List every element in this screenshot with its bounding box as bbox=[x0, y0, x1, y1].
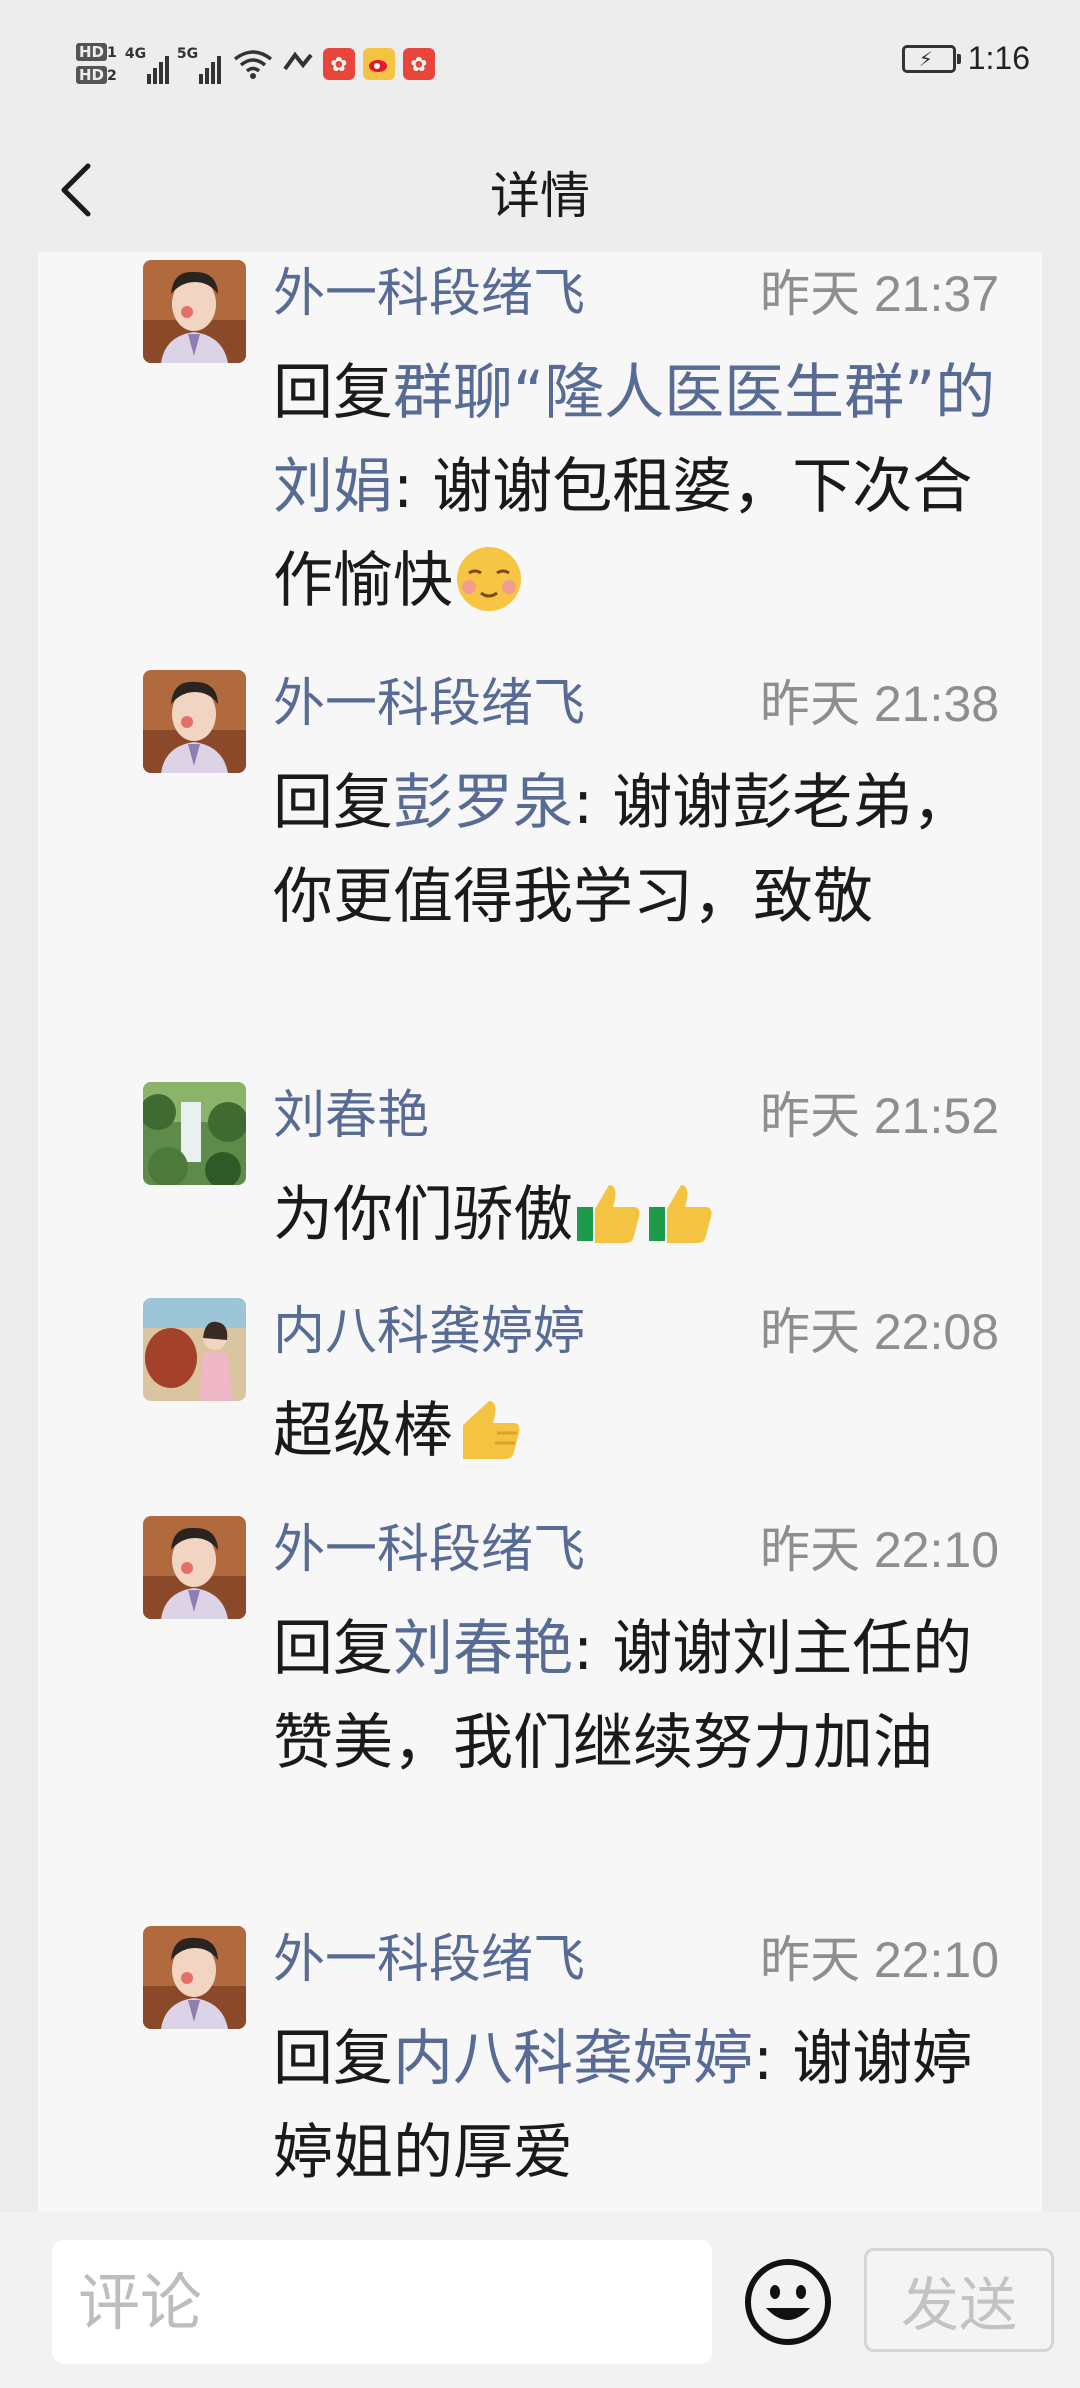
comment-input[interactable] bbox=[52, 2240, 712, 2364]
reply-target-link[interactable]: 内八科龚婷婷 bbox=[393, 2024, 753, 2094]
comment-item[interactable]: 外一科段绪飞 昨天 21:37 回复群聊“隆人医医生群”的刘娟: 谢谢包租婆，下… bbox=[143, 260, 1023, 630]
comment-author[interactable]: 外一科段绪飞 bbox=[273, 264, 585, 324]
comment-author[interactable]: 内八科龚婷婷 bbox=[273, 1302, 585, 1362]
comment-body: 超级棒 bbox=[273, 1396, 453, 1466]
hd1-sub: 1 bbox=[107, 45, 117, 61]
clock: 1:16 bbox=[967, 40, 1030, 76]
comment-item[interactable]: 刘春艳 昨天 21:52 为你们骄傲 bbox=[143, 1082, 1023, 1262]
status-icons-right: ⚡ 1:16 bbox=[901, 40, 1030, 77]
comment-item[interactable]: 外一科段绪飞 昨天 21:38 回复彭罗泉: 谢谢彭老弟，你更值得我学习，致敬 bbox=[143, 670, 1023, 1040]
avatar-liu-chunyan[interactable] bbox=[143, 1082, 246, 1185]
signal-5g-icon: 5G bbox=[177, 44, 221, 84]
kuaishou-app-icon: ✿ bbox=[322, 48, 355, 80]
net1-label: 4G bbox=[124, 46, 147, 62]
reply-prefix: 回复 bbox=[273, 2024, 393, 2094]
comment-text: 回复彭罗泉: 谢谢彭老弟，你更值得我学习，致敬 bbox=[273, 756, 1013, 944]
comment-author[interactable]: 外一科段绪飞 bbox=[273, 1520, 585, 1580]
comment-text: 回复内八科龚婷婷: 谢谢婷婷姐的厚爱 bbox=[273, 2012, 1013, 2200]
avatar-duan-xufei[interactable] bbox=[143, 670, 246, 773]
hd2-label: HD bbox=[76, 66, 108, 84]
avatar-duan-xufei[interactable] bbox=[143, 1926, 246, 2029]
reply-target-link[interactable]: 刘春艳 bbox=[393, 1614, 573, 1684]
net2-label: 5G bbox=[176, 46, 199, 62]
signal-4g-icon: 4G bbox=[125, 44, 169, 84]
comment-item[interactable]: 内八科龚婷婷 昨天 22:08 超级棒 bbox=[143, 1298, 1023, 1478]
comment-author[interactable]: 刘春艳 bbox=[273, 1086, 429, 1146]
comment-time: 昨天 21:38 bbox=[759, 676, 999, 732]
kuaishou-app-icon-2: ✿ bbox=[402, 48, 435, 80]
status-bar: HD 1 HD 2 4G 5G ✿ ✿ ⚡ 1:16 bbox=[0, 0, 1080, 126]
comment-list: 外一科段绪飞 昨天 21:37 回复群聊“隆人医医生群”的刘娟: 谢谢包租婆，下… bbox=[38, 252, 1042, 2212]
avatar-duan-xufei[interactable] bbox=[143, 1516, 246, 1619]
comment-time: 昨天 21:37 bbox=[759, 266, 999, 322]
hd2-sub: 2 bbox=[107, 68, 117, 84]
wifi-icon bbox=[233, 50, 272, 79]
reply-target-link[interactable]: 彭罗泉 bbox=[393, 768, 573, 838]
status-icons-left: HD 1 HD 2 4G 5G ✿ ✿ bbox=[76, 34, 435, 94]
nav-bar: 详情 bbox=[0, 126, 1080, 252]
comment-input-bar: 发送 bbox=[0, 2212, 1080, 2388]
comment-body: 为你们骄傲 bbox=[273, 1180, 573, 1250]
avatar-gong-tingting[interactable] bbox=[143, 1298, 246, 1401]
avatar-duan-xufei[interactable] bbox=[143, 260, 246, 363]
send-button[interactable]: 发送 bbox=[864, 2248, 1054, 2352]
comment-text: 超级棒 bbox=[273, 1384, 1013, 1478]
blushing-face-icon bbox=[457, 547, 521, 612]
thumbs-up-icon bbox=[463, 1401, 520, 1460]
reply-prefix: 回复 bbox=[273, 358, 393, 428]
comment-time: 昨天 22:10 bbox=[759, 1522, 999, 1578]
comment-time: 昨天 21:52 bbox=[759, 1088, 999, 1144]
hd-indicator: HD 1 HD 2 bbox=[76, 43, 117, 85]
comment-text: 为你们骄傲 bbox=[273, 1168, 1013, 1262]
thumbs-up-icon bbox=[649, 1185, 712, 1244]
comment-item[interactable]: 外一科段绪飞 昨天 22:10 回复刘春艳: 谢谢刘主任的赞美，我们继续努力加油 bbox=[143, 1516, 1023, 1886]
battery-charging-icon: ⚡ bbox=[901, 44, 961, 73]
reply-prefix: 回复 bbox=[273, 1614, 393, 1684]
data-saver-icon bbox=[283, 51, 313, 71]
comment-author[interactable]: 外一科段绪飞 bbox=[273, 1930, 585, 1990]
thumbs-up-icon bbox=[577, 1185, 640, 1244]
comment-time: 昨天 22:08 bbox=[759, 1304, 999, 1360]
comment-text: 回复刘春艳: 谢谢刘主任的赞美，我们继续努力加油 bbox=[273, 1602, 1013, 1790]
page-title: 详情 bbox=[490, 167, 590, 225]
weibo-app-icon bbox=[362, 48, 395, 80]
comment-time: 昨天 22:10 bbox=[759, 1932, 999, 1988]
comment-item[interactable]: 外一科段绪飞 昨天 22:10 回复内八科龚婷婷: 谢谢婷婷姐的厚爱 bbox=[143, 1926, 1023, 2206]
reply-prefix: 回复 bbox=[273, 768, 393, 838]
comment-text: 回复群聊“隆人医医生群”的刘娟: 谢谢包租婆，下次合作愉快 bbox=[273, 346, 1013, 628]
comment-author[interactable]: 外一科段绪飞 bbox=[273, 674, 585, 734]
hd1-label: HD bbox=[76, 43, 108, 61]
emoji-picker-icon[interactable] bbox=[742, 2256, 834, 2348]
